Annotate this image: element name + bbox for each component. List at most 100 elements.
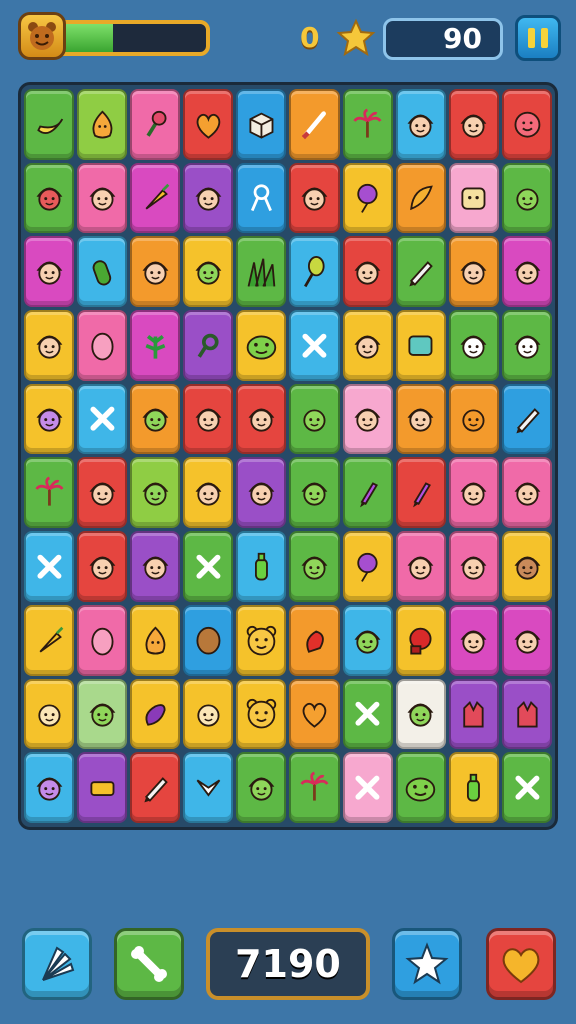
tile-carrot[interactable]	[24, 604, 75, 676]
tile-girl[interactable]	[342, 310, 393, 381]
tile-girl[interactable]	[395, 89, 446, 160]
tile-girl[interactable]	[448, 457, 499, 529]
tile-glove[interactable]	[501, 678, 552, 750]
pause-button[interactable]	[515, 15, 561, 61]
tile-girl[interactable]	[77, 531, 128, 602]
tile-girl[interactable]	[448, 604, 499, 676]
tile-eggplant[interactable]	[130, 678, 181, 750]
tile-girl[interactable]	[448, 236, 499, 308]
tile-potato[interactable]	[183, 604, 234, 676]
tile-cross[interactable]	[77, 383, 128, 455]
tile-glove[interactable]	[448, 678, 499, 750]
tile-gnome[interactable]	[236, 752, 287, 823]
tile-girl[interactable]	[501, 236, 552, 308]
tile-ring[interactable]	[183, 310, 234, 381]
tile-gnome[interactable]	[395, 678, 446, 750]
tile-gnome[interactable]	[289, 531, 340, 602]
tile-banana[interactable]	[24, 89, 75, 160]
tile-gnome[interactable]	[183, 236, 234, 308]
tile-girl[interactable]	[236, 457, 287, 529]
tile-pencil[interactable]	[395, 236, 446, 308]
tile-crate[interactable]	[236, 89, 287, 160]
tile-toaster[interactable]	[448, 162, 499, 234]
tile-girl[interactable]	[289, 162, 340, 234]
tile-girl[interactable]	[130, 236, 181, 308]
tile-girl[interactable]	[130, 531, 181, 602]
leaf-fan-powerup-button[interactable]	[22, 928, 92, 1000]
tile-cucumber[interactable]	[77, 236, 128, 308]
tile-face[interactable]	[24, 678, 75, 750]
tile-boy[interactable]	[501, 531, 552, 602]
tile-palm[interactable]	[24, 457, 75, 529]
tile-scissors[interactable]	[236, 162, 287, 234]
tile-girl[interactable]	[183, 383, 234, 455]
tile-girl[interactable]	[24, 310, 75, 381]
tile-heart[interactable]	[183, 89, 234, 160]
tile-frog[interactable]	[395, 752, 446, 823]
tile-balloon[interactable]	[342, 531, 393, 602]
tile-feather[interactable]	[395, 162, 446, 234]
tile-girl[interactable]	[24, 236, 75, 308]
tile-girl[interactable]	[448, 89, 499, 160]
tile-face[interactable]	[183, 678, 234, 750]
tile-bear[interactable]	[236, 604, 287, 676]
tile-boxing[interactable]	[395, 604, 446, 676]
tile-brush[interactable]	[289, 89, 340, 160]
tile-screen[interactable]	[395, 310, 446, 381]
tile-girl[interactable]	[183, 162, 234, 234]
tile-gnome[interactable]	[289, 457, 340, 529]
tile-girl[interactable]	[395, 383, 446, 455]
tile-bottle[interactable]	[236, 531, 287, 602]
tile-egg[interactable]	[77, 310, 128, 381]
tile-carrot[interactable]	[130, 162, 181, 234]
tile-marker[interactable]	[395, 457, 446, 529]
tile-palm[interactable]	[289, 752, 340, 823]
tile-balloon[interactable]	[342, 162, 393, 234]
tile-pepper[interactable]	[289, 604, 340, 676]
tile-girl[interactable]	[501, 457, 552, 529]
tile-cross[interactable]	[24, 531, 75, 602]
tile-broccoli[interactable]	[130, 89, 181, 160]
tile-onion[interactable]	[77, 89, 128, 160]
tile-pencil[interactable]	[130, 752, 181, 823]
tile-marker[interactable]	[342, 457, 393, 529]
tile-cross[interactable]	[183, 531, 234, 602]
tile-cross[interactable]	[289, 310, 340, 381]
tile-cat[interactable]	[24, 752, 75, 823]
tile-girl[interactable]	[236, 383, 287, 455]
tile-box[interactable]	[77, 752, 128, 823]
tile-smiley[interactable]	[501, 89, 552, 160]
tile-cross[interactable]	[342, 752, 393, 823]
tile-frog[interactable]	[236, 310, 287, 381]
tile-gnome[interactable]	[342, 604, 393, 676]
star-powerup-button[interactable]	[392, 928, 462, 1000]
tile-cat[interactable]	[24, 383, 75, 455]
tile-bear[interactable]	[236, 678, 287, 750]
tile-cross[interactable]	[342, 678, 393, 750]
tile-gnome[interactable]	[77, 678, 128, 750]
tile-girl[interactable]	[77, 162, 128, 234]
tile-spoon[interactable]	[289, 236, 340, 308]
tile-gnome[interactable]	[130, 457, 181, 529]
heart-powerup-button[interactable]	[486, 928, 556, 1000]
tile-girl[interactable]	[501, 604, 552, 676]
tile-onion[interactable]	[130, 604, 181, 676]
tile-girl[interactable]	[395, 531, 446, 602]
tile-devil[interactable]	[24, 162, 75, 234]
tile-heart[interactable]	[289, 678, 340, 750]
tile-pencil[interactable]	[501, 383, 552, 455]
tile-girl[interactable]	[448, 531, 499, 602]
tile-girl[interactable]	[342, 383, 393, 455]
tile-alien[interactable]	[289, 383, 340, 455]
tile-girl[interactable]	[77, 457, 128, 529]
tile-cross[interactable]	[501, 752, 552, 823]
tile-palm[interactable]	[342, 89, 393, 160]
tile-fish[interactable]	[183, 752, 234, 823]
tile-fox[interactable]	[448, 383, 499, 455]
bone-powerup-button[interactable]	[114, 928, 184, 1000]
tile-ghost[interactable]	[501, 310, 552, 381]
tile-girl[interactable]	[183, 457, 234, 529]
tile-grass[interactable]	[236, 236, 287, 308]
tile-bottle[interactable]	[448, 752, 499, 823]
tile-alien[interactable]	[501, 162, 552, 234]
